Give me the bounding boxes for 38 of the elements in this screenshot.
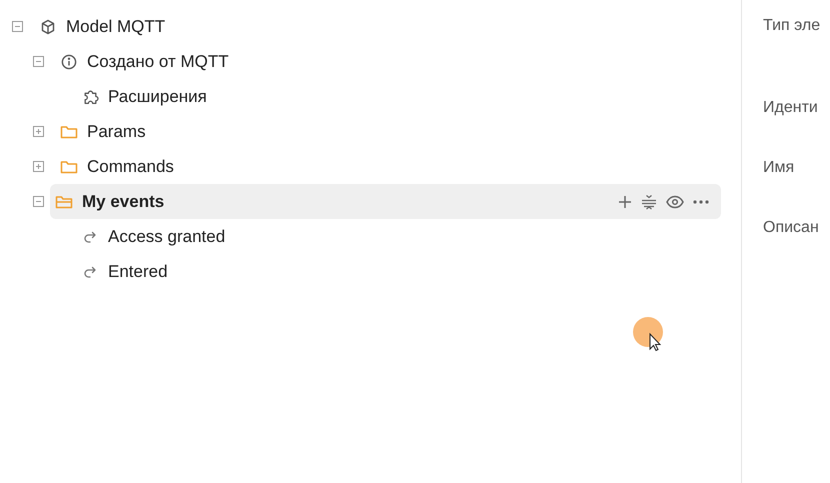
folder-icon [60,158,78,174]
property-label: Тип эле [763,16,822,32]
expand-toggle[interactable] [33,126,44,137]
redo-arrow-icon [83,266,97,278]
node-label: Расширения [108,86,207,108]
collapse-toggle[interactable] [12,21,23,32]
node-label: Entered [108,260,168,283]
puzzle-icon [82,88,98,105]
node-label: My events [82,190,164,213]
tree-row[interactable]: Commands [55,149,721,184]
tree-row[interactable]: Расширения [76,79,721,114]
cursor-icon [633,317,665,352]
tree-row[interactable]: Access granted [76,219,721,254]
property-label: Имя [763,158,796,174]
collapse-toggle[interactable] [33,196,44,207]
tree-row[interactable]: Создано от MQTT [55,44,721,79]
info-icon [61,54,77,70]
more-icon[interactable] [693,200,709,204]
property-label: Иденти [763,98,819,114]
node-label: Access granted [108,226,226,248]
node-label: Params [87,120,146,143]
collapse-toggle[interactable] [33,56,44,67]
tree-row[interactable]: Model MQTT [34,9,721,44]
folder-icon [60,124,78,140]
eye-icon[interactable] [666,194,684,208]
open-folder-icon [55,194,73,210]
redo-arrow-icon [83,230,97,242]
node-label: Model MQTT [66,16,166,38]
tree-row[interactable]: Params [55,114,721,149]
split-icon[interactable] [641,194,657,210]
cube-icon [40,18,56,34]
tree-row[interactable]: Entered [76,254,721,289]
node-label: Создано от MQTT [87,50,229,73]
add-icon[interactable] [618,194,632,208]
node-label: Commands [87,156,174,178]
selected-tree-row[interactable]: My events [50,184,721,219]
expand-toggle[interactable] [33,161,44,172]
property-label: Описан [763,218,820,234]
